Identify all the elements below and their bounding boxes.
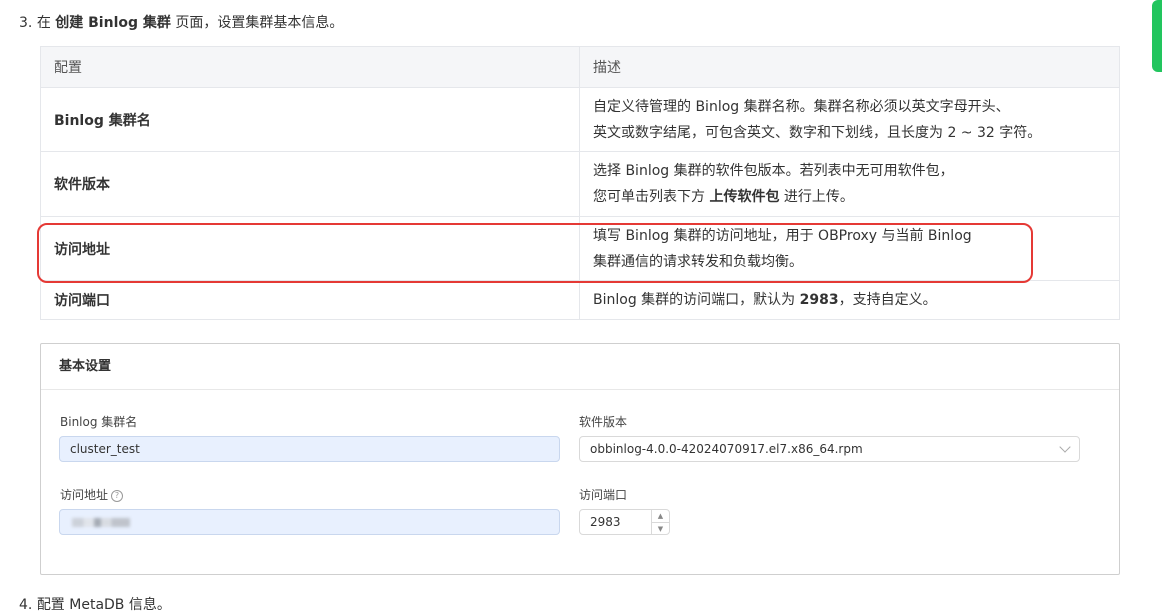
cluster-name-input[interactable]: cluster_test: [59, 436, 560, 462]
stepper-down-icon[interactable]: ▼: [652, 523, 669, 535]
help-icon[interactable]: ?: [111, 490, 124, 502]
row-name: Binlog 集群名: [40, 87, 580, 152]
version-select-value: obbinlog-4.0.0-42024070917.el7.x86_64.rp…: [590, 442, 863, 456]
side-accent-tab[interactable]: [1152, 0, 1162, 72]
desc-text: Binlog 集群的访问端口，默认为: [593, 292, 796, 308]
row-description: Binlog 集群的访问端口，默认为 2983，支持自定义。: [579, 280, 1120, 320]
table-row: Binlog 集群名 自定义待管理的 Binlog 集群名称。集群名称必须以英文…: [40, 87, 1120, 152]
row-name: 访问端口: [40, 280, 580, 320]
step-text: 配置 MetaDB 信息。: [36, 597, 171, 613]
table-row: 软件版本 选择 Binlog 集群的软件包版本。若列表中无可用软件包， 您可单击…: [40, 151, 1120, 217]
desc-line: 您可单击列表下方 上传软件包 进行上传。: [593, 184, 1106, 210]
version-select[interactable]: obbinlog-4.0.0-42024070917.el7.x86_64.rp…: [579, 436, 1080, 462]
step-text-pre: 在: [36, 15, 51, 31]
address-label: 访问地址?: [60, 486, 124, 503]
desc-line: 自定义待管理的 Binlog 集群名称。集群名称必须以英文字母开头、: [593, 98, 1010, 115]
table-row: 访问端口 Binlog 集群的访问端口，默认为 2983，支持自定义。: [40, 280, 1120, 320]
header-description: 描述: [579, 46, 1120, 88]
highlight-box: [37, 223, 1033, 283]
port-value: 2983: [590, 515, 621, 529]
panel-title: 基本设置: [41, 344, 1119, 390]
stepper-up-icon[interactable]: ▲: [652, 510, 669, 523]
table-header-row: 配置 描述: [40, 46, 1120, 88]
basic-settings-panel: 基本设置 Binlog 集群名 cluster_test 软件版本 obbinl…: [40, 343, 1120, 575]
step-3-heading: 3. 在 创建 Binlog 集群 页面，设置集群基本信息。: [19, 12, 343, 32]
step-text-bold: 创建 Binlog 集群: [55, 15, 171, 31]
port-label: 访问端口: [579, 488, 628, 502]
port-input[interactable]: 2983 ▲ ▼: [579, 509, 670, 535]
row-description: 选择 Binlog 集群的软件包版本。若列表中无可用软件包， 您可单击列表下方 …: [579, 151, 1120, 217]
desc-line: 选择 Binlog 集群的软件包版本。若列表中无可用软件包，: [593, 163, 954, 179]
desc-text: ，支持自定义。: [838, 292, 937, 308]
step-number: 3.: [19, 15, 33, 31]
row-name: 软件版本: [40, 151, 580, 217]
desc-line: 英文或数字结尾，可包含英文、数字和下划线，且长度为 2 ~ 32 字符。: [593, 124, 1042, 141]
chevron-down-icon: [1059, 441, 1071, 453]
step-4-heading: 4. 配置 MetaDB 信息。: [19, 594, 171, 614]
row-description: 自定义待管理的 Binlog 集群名称。集群名称必须以英文字母开头、 英文或数字…: [579, 87, 1120, 152]
desc-text: 进行上传。: [783, 189, 854, 205]
step-text-post: 页面，设置集群基本信息。: [175, 15, 344, 31]
address-input[interactable]: [59, 509, 560, 535]
port-stepper[interactable]: ▲ ▼: [651, 510, 669, 534]
desc-text: 您可单击列表下方: [593, 189, 705, 205]
step-number: 4.: [19, 597, 33, 613]
blurred-address-value: [72, 518, 130, 527]
address-label-text: 访问地址: [60, 488, 109, 502]
desc-bold-text: 2983: [799, 292, 839, 308]
version-label: 软件版本: [579, 415, 628, 429]
header-config: 配置: [40, 46, 580, 88]
cluster-name-label: Binlog 集群名: [60, 415, 138, 429]
desc-bold-text: 上传软件包: [709, 189, 780, 205]
